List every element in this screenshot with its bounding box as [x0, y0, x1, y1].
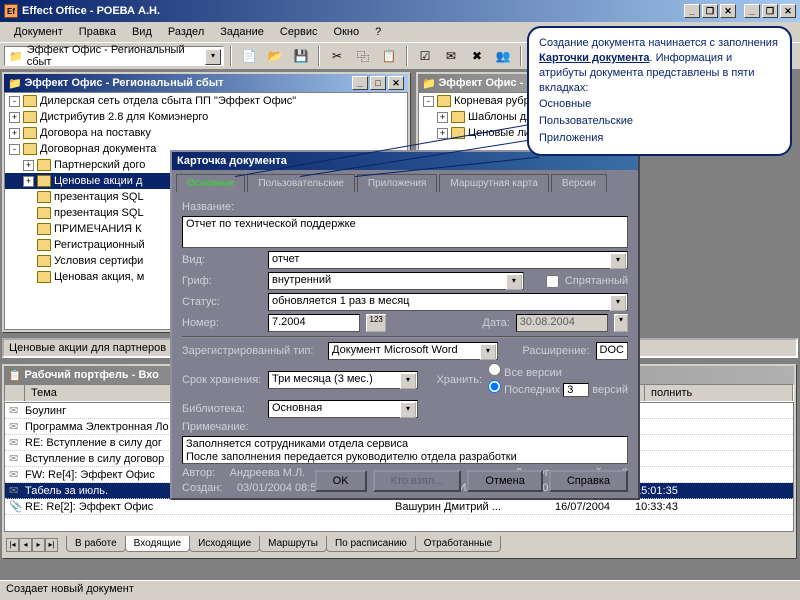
- storage-select[interactable]: Три месяца (3 мес.): [268, 371, 418, 389]
- cut-button[interactable]: ✂: [326, 45, 348, 67]
- tab-nav-last[interactable]: ▸|: [45, 538, 58, 552]
- delete-button[interactable]: ✖: [466, 45, 488, 67]
- tab-attach[interactable]: Приложения: [357, 174, 438, 192]
- callout-item-3: Приложения: [539, 131, 780, 146]
- tree-item[interactable]: +Договора на поставку: [5, 125, 407, 141]
- label-note: Примечание:: [182, 421, 262, 433]
- label-regtype: Зарегистрированный тип:: [182, 345, 322, 357]
- tree-item[interactable]: -Дилерская сеть отдела сбыта ПП "Эффект …: [5, 93, 407, 109]
- users-button[interactable]: 👥: [492, 45, 514, 67]
- menu-help[interactable]: ?: [367, 24, 389, 40]
- label-created: Создан:: [182, 482, 222, 494]
- app-titlebar: Ef Effect Office - РОЕВА А.Н. _ ❐ ✕ _ ❐ …: [0, 0, 800, 22]
- dialog-body: Название: Отчет по технической поддержке…: [172, 192, 638, 503]
- label-number: Номер:: [182, 317, 262, 329]
- tab-incoming[interactable]: Входящие: [125, 536, 190, 552]
- date-picker-button[interactable]: ▾: [614, 314, 628, 332]
- keep-all-radio[interactable]: Все версии: [488, 363, 628, 379]
- help-button[interactable]: Справка: [549, 470, 628, 492]
- props-button[interactable]: ☑: [414, 45, 436, 67]
- menu-task[interactable]: Задание: [212, 24, 272, 40]
- menu-service[interactable]: Сервис: [272, 24, 326, 40]
- app-title: Effect Office - РОЕВА А.Н.: [22, 5, 160, 17]
- help-callout: Создание документа начинается с заполнен…: [527, 26, 792, 156]
- callout-item-1: Основные: [539, 97, 780, 112]
- save-button[interactable]: 💾: [290, 45, 312, 67]
- number-gen-button[interactable]: 123: [366, 314, 386, 332]
- mdi-close-button[interactable]: ✕: [780, 4, 796, 18]
- name-input[interactable]: Отчет по технической поддержке: [182, 216, 628, 248]
- menu-document[interactable]: Документ: [6, 24, 71, 40]
- tab-done[interactable]: Отработанные: [415, 536, 501, 552]
- number-input[interactable]: 7.2004: [268, 314, 360, 332]
- tab-versions[interactable]: Версии: [551, 174, 607, 192]
- child-max-icon[interactable]: □: [370, 76, 386, 90]
- mdi-minimize-button[interactable]: _: [744, 4, 760, 18]
- menu-window[interactable]: Окно: [326, 24, 368, 40]
- tab-nav-prev[interactable]: ◂: [19, 538, 32, 552]
- minimize-button[interactable]: _: [684, 4, 700, 18]
- who-button[interactable]: Кто взял...: [373, 470, 462, 492]
- document-card-dialog: Карточка документа Основные Пользователь…: [170, 150, 640, 500]
- ok-button[interactable]: OK: [315, 470, 367, 492]
- menu-edit[interactable]: Правка: [71, 24, 124, 40]
- paste-button[interactable]: 📋: [378, 45, 400, 67]
- ext-input[interactable]: DOC: [596, 342, 628, 360]
- app-icon: Ef: [4, 4, 18, 18]
- tab-route[interactable]: Маршрутная карта: [439, 174, 548, 192]
- child-min-icon[interactable]: _: [352, 76, 368, 90]
- tab-schedule[interactable]: По расписанию: [326, 536, 416, 552]
- dialog-tabs: Основные Пользовательские Приложения Мар…: [172, 170, 638, 192]
- status-select[interactable]: обновляется 1 раз в месяц: [268, 293, 628, 311]
- tree-window-left-title[interactable]: 📁 Эффект Офис - Региональный сбыт _ □ ✕: [4, 74, 408, 92]
- label-date: Дата:: [482, 317, 509, 329]
- mdi-restore-button[interactable]: ❐: [762, 4, 778, 18]
- date-input[interactable]: 30.08.2004: [516, 314, 608, 332]
- open-button[interactable]: 📂: [264, 45, 286, 67]
- label-hidden: Спрятанный: [565, 275, 628, 287]
- tree-item[interactable]: +Дистрибутив 2.8 для Комиэнерго: [5, 109, 407, 125]
- lib-select[interactable]: Основная: [268, 400, 418, 418]
- section-combo[interactable]: 📁 Эффект Офис - Региональный сбыт: [4, 46, 224, 66]
- keep-last-radio[interactable]: Последних версий: [488, 380, 628, 397]
- regtype-select[interactable]: Документ Microsoft Word: [328, 342, 498, 360]
- label-status: Статус:: [182, 296, 262, 308]
- label-name: Название:: [182, 201, 262, 213]
- child-close-icon[interactable]: ✕: [388, 76, 404, 90]
- label-lib: Библиотека:: [182, 403, 262, 415]
- label-ext: Расширение:: [522, 345, 589, 357]
- label-author: Автор:: [182, 467, 215, 479]
- restore-button[interactable]: ❐: [702, 4, 718, 18]
- tab-nav-next[interactable]: ▸: [32, 538, 45, 552]
- label-keep: Хранить:: [436, 374, 482, 386]
- menu-section[interactable]: Раздел: [160, 24, 212, 40]
- portfolio-tabs: |◂ ◂ ▸ ▸| В работе Входящие Исходящие Ма…: [4, 532, 794, 552]
- vid-select[interactable]: отчет: [268, 251, 628, 269]
- copy-button[interactable]: ⿻: [352, 45, 374, 67]
- grif-select[interactable]: внутренний: [268, 272, 524, 290]
- mail-button[interactable]: ✉: [440, 45, 462, 67]
- close-button[interactable]: ✕: [720, 4, 736, 18]
- status-bar: Создает новый документ: [0, 580, 800, 600]
- menu-view[interactable]: Вид: [124, 24, 160, 40]
- label-vid: Вид:: [182, 254, 262, 266]
- tab-routes[interactable]: Маршруты: [259, 536, 327, 552]
- hidden-checkbox[interactable]: [546, 275, 559, 288]
- new-doc-button[interactable]: 📄: [238, 45, 260, 67]
- label-grif: Гриф:: [182, 275, 262, 287]
- note-input[interactable]: Заполняется сотрудниками отдела сервисаП…: [182, 436, 628, 464]
- keep-n-input[interactable]: [563, 383, 589, 397]
- tab-nav-first[interactable]: |◂: [6, 538, 19, 552]
- label-storage: Срок хранения:: [182, 374, 262, 386]
- callout-item-2: Пользовательские: [539, 114, 780, 129]
- cancel-button[interactable]: Отмена: [467, 470, 542, 492]
- tab-inwork[interactable]: В работе: [66, 536, 126, 552]
- tab-outgoing[interactable]: Исходящие: [189, 536, 260, 552]
